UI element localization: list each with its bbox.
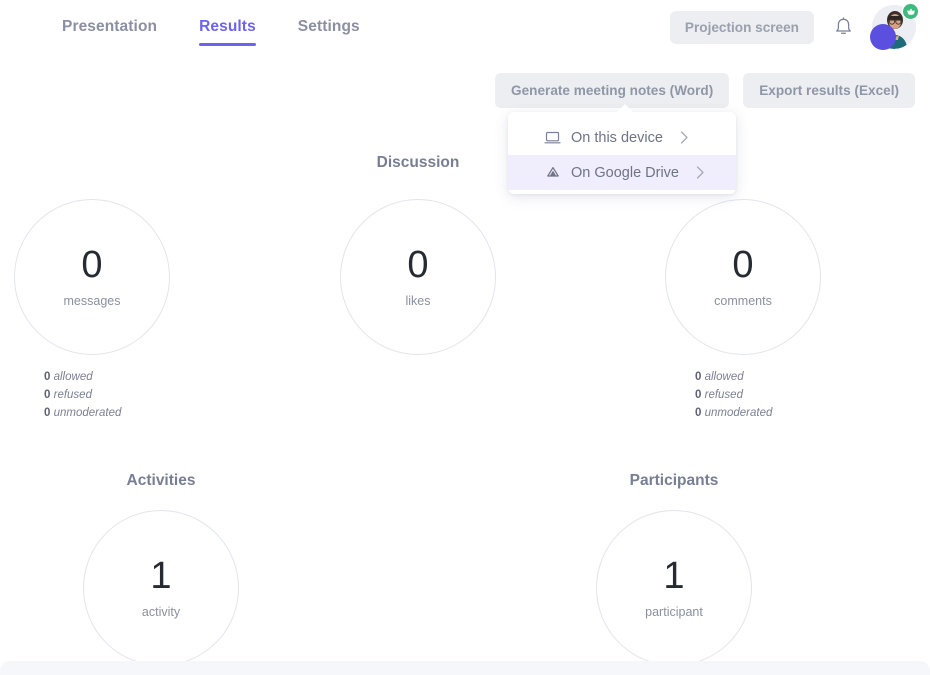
stat-value-messages: 0 <box>81 244 103 286</box>
user-avatar-button[interactable] <box>870 3 919 50</box>
crown-badge-icon <box>902 3 919 20</box>
tab-presentation[interactable]: Presentation <box>62 0 157 54</box>
substat-row: 0 allowed <box>695 368 772 386</box>
crown-icon <box>906 8 915 15</box>
substat-row: 0 unmoderated <box>695 404 772 422</box>
chevron-right-icon <box>679 130 690 145</box>
activities-section-title: Activities <box>126 472 196 489</box>
substat-label: unmoderated <box>53 407 122 419</box>
chevron-right-icon <box>695 165 706 180</box>
avatar-accent-shape <box>870 24 896 50</box>
bell-icon <box>835 16 851 34</box>
messages-substats: 0 allowed 0 refused 0 unmoderated <box>44 368 121 422</box>
stat-label-participants: participant <box>645 605 703 619</box>
tab-settings-label: Settings <box>297 18 360 35</box>
substat-row: 0 allowed <box>44 368 121 386</box>
comments-substats: 0 allowed 0 refused 0 unmoderated <box>695 368 772 422</box>
stat-value-participants: 1 <box>663 555 685 597</box>
substat-value: 0 <box>695 371 702 383</box>
stat-label-messages: messages <box>63 294 121 308</box>
stat-circle-likes: 0 likes <box>340 199 496 355</box>
substat-value: 0 <box>44 371 51 383</box>
participants-section-title: Participants <box>629 472 719 489</box>
stat-circle-comments: 0 comments <box>665 199 821 355</box>
substat-value: 0 <box>695 407 702 419</box>
stat-value-comments: 0 <box>732 244 754 286</box>
substat-value: 0 <box>695 389 702 401</box>
substat-label: allowed <box>704 371 744 383</box>
stat-label-activities: activity <box>141 605 181 619</box>
bottom-panel <box>0 661 930 675</box>
discussion-section-title: Discussion <box>376 154 460 171</box>
substat-label: unmoderated <box>704 407 773 419</box>
header-right-cluster: Projection screen <box>669 0 919 54</box>
notifications-button[interactable] <box>828 12 858 42</box>
projection-screen-button[interactable]: Projection screen <box>669 10 814 44</box>
substat-label: allowed <box>53 371 93 383</box>
substat-label: refused <box>53 389 92 401</box>
app-header: Presentation Results Settings Projection… <box>0 0 930 54</box>
generate-notes-dropdown-menu: On this device On Google Drive <box>508 104 736 194</box>
substat-row: 0 unmoderated <box>44 404 121 422</box>
main-tabs: Presentation Results Settings <box>62 0 360 54</box>
substat-label: refused <box>704 389 743 401</box>
generate-meeting-notes-button[interactable]: Generate meeting notes (Word) <box>495 73 730 108</box>
google-drive-icon <box>544 164 561 181</box>
stat-label-likes: likes <box>405 294 431 308</box>
tab-results-label: Results <box>199 18 256 35</box>
stat-value-activities: 1 <box>150 555 172 597</box>
menu-item-on-google-drive-label: On Google Drive <box>571 164 679 181</box>
substat-value: 0 <box>44 389 51 401</box>
substat-row: 0 refused <box>695 386 772 404</box>
stat-label-comments: comments <box>714 294 772 308</box>
menu-item-on-google-drive[interactable]: On Google Drive <box>508 155 736 190</box>
laptop-icon <box>544 129 561 146</box>
menu-item-on-this-device[interactable]: On this device <box>508 120 736 155</box>
stat-circle-participants: 1 participant <box>596 510 752 666</box>
results-content: Discussion 0 messages 0 allowed 0 refuse… <box>0 54 930 675</box>
tab-settings[interactable]: Settings <box>298 0 360 54</box>
stat-circle-activities: 1 activity <box>83 510 239 666</box>
stat-value-likes: 0 <box>407 244 429 286</box>
tab-presentation-label: Presentation <box>62 18 158 35</box>
active-tab-underline <box>199 42 256 46</box>
tab-results[interactable]: Results <box>199 0 256 54</box>
substat-value: 0 <box>44 407 51 419</box>
export-actions-row: Generate meeting notes (Word) Export res… <box>495 73 915 108</box>
export-results-button[interactable]: Export results (Excel) <box>743 73 915 108</box>
menu-item-on-this-device-label: On this device <box>571 129 663 146</box>
dropdown-pointer <box>616 104 634 113</box>
substat-row: 0 refused <box>44 386 121 404</box>
stat-circle-messages: 0 messages <box>14 199 170 355</box>
